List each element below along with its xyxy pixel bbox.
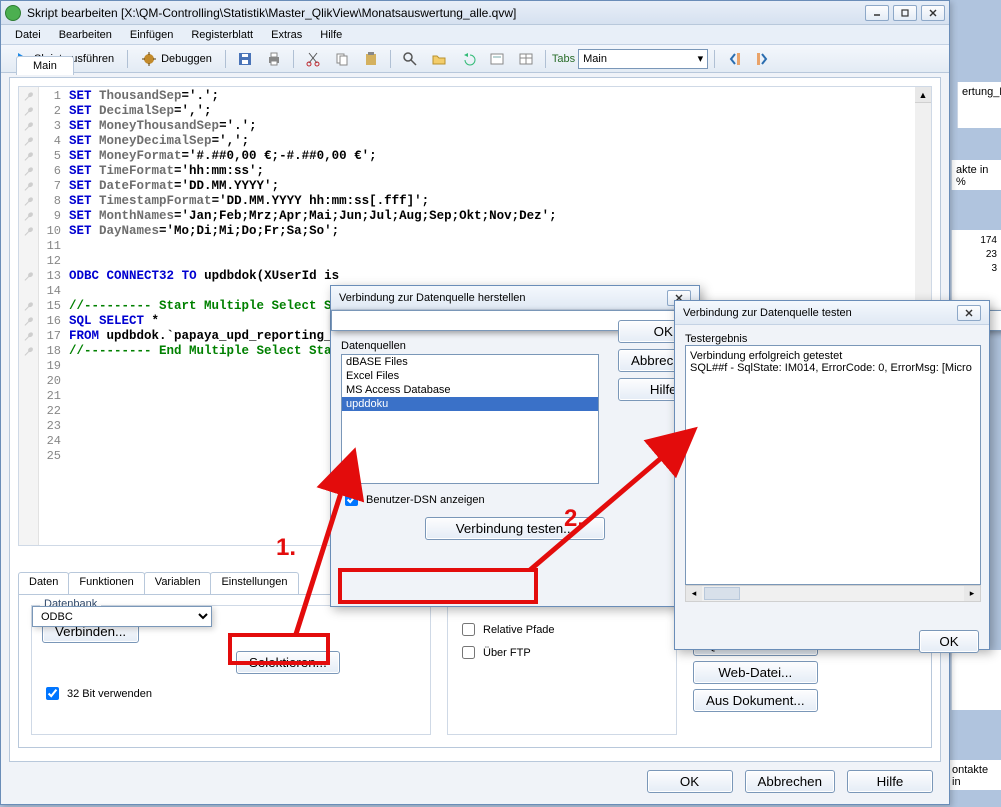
test-result-dialog: Verbindung zur Datenquelle testen Tester…: [674, 300, 990, 650]
test-connection-button[interactable]: Verbindung testen...: [425, 517, 605, 540]
datasource-item[interactable]: upddoku: [342, 397, 598, 411]
bg-fragment: akte in %: [951, 160, 1001, 190]
debug-button[interactable]: Debuggen: [134, 48, 219, 70]
relative-paths-checkbox[interactable]: Relative Pfade: [458, 620, 666, 639]
dlg2-ok-button[interactable]: OK: [919, 630, 979, 653]
include-icon[interactable]: [484, 48, 510, 70]
app-icon: [5, 5, 21, 21]
prev-tab-icon[interactable]: [721, 48, 747, 70]
tab-funktionen[interactable]: Funktionen: [68, 572, 144, 594]
result-label: Testergebnis: [685, 333, 979, 345]
group-file: Datei Relative Pfade Über FTP: [447, 605, 677, 735]
chevron-down-icon: ▾: [698, 52, 704, 65]
scroll-thumb[interactable]: [704, 587, 740, 600]
scroll-up-icon[interactable]: ▲: [915, 87, 931, 103]
footer-buttons: OK Abbrechen Hilfe: [1, 770, 949, 796]
datasource-item[interactable]: dBASE Files: [342, 355, 598, 369]
paste-icon[interactable]: [358, 48, 384, 70]
tab-daten[interactable]: Daten: [18, 572, 69, 594]
web-file-button[interactable]: Web-Datei...: [693, 661, 818, 684]
footer-cancel-button[interactable]: Abbrechen: [745, 770, 835, 793]
from-document-button[interactable]: Aus Dokument...: [693, 689, 818, 712]
db-type-select[interactable]: ODBC: [32, 606, 212, 627]
group-database: Datenbank ODBC Verbinden... Selektieren.…: [31, 605, 431, 735]
tabs-combo[interactable]: Main ▾: [578, 49, 708, 69]
bg-fragment: ertung_E: [957, 82, 1001, 128]
over-ftp-checkbox[interactable]: Über FTP: [458, 643, 666, 662]
bg-fragment: 174233: [951, 230, 1001, 310]
menu-einfuegen[interactable]: Einfügen: [122, 27, 181, 43]
datasource-item[interactable]: MS Access Database: [342, 383, 598, 397]
copy-icon[interactable]: [329, 48, 355, 70]
show-user-dsn-checkbox[interactable]: Benutzer-DSN anzeigen: [341, 490, 689, 509]
open-folder-icon[interactable]: [426, 48, 452, 70]
print-icon[interactable]: [261, 48, 287, 70]
menu-hilfe[interactable]: Hilfe: [312, 27, 350, 43]
undo-icon[interactable]: [455, 48, 481, 70]
maximize-button[interactable]: [893, 5, 917, 21]
result-textbox[interactable]: Verbindung erfolgreich getestet SQL##f -…: [685, 345, 981, 585]
use-32bit-checkbox[interactable]: 32 Bit verwenden: [42, 684, 420, 703]
datasource-list[interactable]: dBASE FilesExcel FilesMS Access Database…: [341, 354, 599, 484]
editor-tab-main[interactable]: Main: [16, 56, 74, 75]
tabs-label: Tabs: [552, 53, 575, 65]
datasource-item[interactable]: Excel Files: [342, 369, 598, 383]
close-icon[interactable]: [957, 305, 981, 321]
menu-bearbeiten[interactable]: Bearbeiten: [51, 27, 120, 43]
dialog-titlebar[interactable]: Verbindung zur Datenquelle testen: [675, 301, 989, 325]
result-hscroll[interactable]: ◂ ▸: [685, 585, 981, 602]
tab-einstellungen[interactable]: Einstellungen: [210, 572, 298, 594]
close-button[interactable]: [921, 5, 945, 21]
table-icon[interactable]: [513, 48, 539, 70]
scroll-right-icon[interactable]: ▸: [964, 586, 980, 601]
save-icon[interactable]: [232, 48, 258, 70]
search-icon[interactable]: [397, 48, 423, 70]
dialog-titlebar[interactable]: Verbindung zur Datenquelle herstellen: [331, 286, 699, 310]
tab-variablen[interactable]: Variablen: [144, 572, 212, 594]
menu-registerblatt[interactable]: Registerblatt: [183, 27, 261, 43]
next-tab-icon[interactable]: [750, 48, 776, 70]
footer-help-button[interactable]: Hilfe: [847, 770, 933, 793]
select-button[interactable]: Selektieren...: [236, 651, 340, 674]
titlebar[interactable]: Skript bearbeiten [X:\QM-Controlling\Sta…: [1, 1, 949, 25]
cut-icon[interactable]: [300, 48, 326, 70]
footer-ok-button[interactable]: OK: [647, 770, 733, 793]
toolbar: Skript ausführen Debuggen Tabs Main ▾: [1, 45, 949, 73]
menu-datei[interactable]: Datei: [7, 27, 49, 43]
bg-fragment: ontakte in: [947, 760, 1001, 790]
menu-extras[interactable]: Extras: [263, 27, 310, 43]
minimize-button[interactable]: [865, 5, 889, 21]
window-title: Skript bearbeiten [X:\QM-Controlling\Sta…: [27, 6, 859, 20]
scroll-left-icon[interactable]: ◂: [686, 586, 702, 601]
menubar: Datei Bearbeiten Einfügen Registerblatt …: [1, 25, 949, 45]
